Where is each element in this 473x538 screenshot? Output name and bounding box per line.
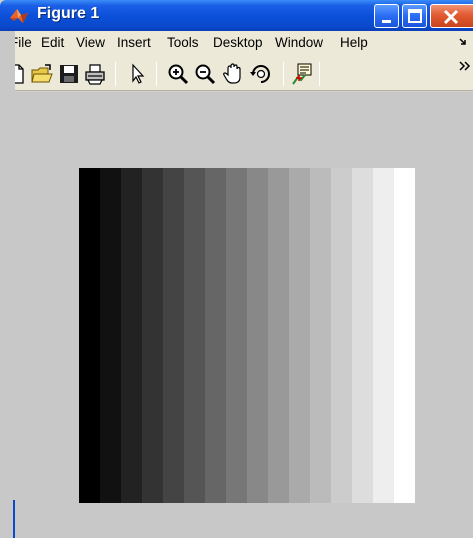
toolbar-overflow-icon[interactable] [459, 60, 471, 74]
window-title: Figure 1 [37, 5, 100, 22]
toolbar-separator [115, 62, 116, 86]
toolbar-separator [319, 62, 320, 86]
print-figure-button[interactable] [83, 62, 107, 86]
arrow-pointer-icon [132, 63, 145, 84]
zoom-in-icon [168, 64, 189, 85]
open-file-button[interactable] [30, 62, 54, 86]
gray-band [163, 168, 184, 503]
gray-band [352, 168, 373, 503]
close-button[interactable] [430, 4, 473, 28]
rotate-3d-button[interactable] [249, 62, 273, 86]
menu-window[interactable]: Window [275, 35, 323, 50]
menu-desktop[interactable]: Desktop [213, 35, 263, 50]
toolbar-separator [156, 62, 157, 86]
gray-band [289, 168, 310, 503]
data-cursor-icon [292, 63, 312, 85]
toolbar-separator [283, 62, 284, 86]
figure-canvas[interactable] [0, 92, 473, 538]
gray-band [184, 168, 205, 503]
gray-band [205, 168, 226, 503]
pan-button[interactable] [221, 62, 245, 86]
printer-icon [85, 64, 105, 85]
gray-band [247, 168, 268, 503]
gray-band [121, 168, 142, 503]
menu-tools[interactable]: Tools [167, 35, 199, 50]
matlab-logo-icon [10, 9, 28, 23]
open-folder-icon [31, 64, 53, 83]
menu-bar: File Edit View Insert Tools Desktop Wind… [0, 31, 473, 56]
gray-band [268, 168, 289, 503]
edit-plot-button[interactable] [125, 62, 149, 86]
title-bar[interactable]: Figure 1 [0, 0, 473, 31]
save-disk-icon [60, 65, 78, 83]
maximize-button[interactable] [402, 4, 427, 28]
gray-band [226, 168, 247, 503]
figure-toolbar [0, 56, 473, 91]
menu-overflow-icon[interactable] [458, 37, 470, 49]
window-frame-edge [13, 500, 15, 538]
close-icon [443, 9, 459, 25]
gray-band [394, 168, 415, 503]
hand-icon [223, 63, 241, 84]
rotate-icon [250, 65, 270, 83]
save-figure-button[interactable] [57, 62, 81, 86]
zoom-out-button[interactable] [193, 62, 217, 86]
gray-band [310, 168, 331, 503]
menu-insert[interactable]: Insert [117, 35, 151, 50]
minimize-button[interactable] [374, 4, 399, 28]
maximize-icon [408, 9, 422, 23]
grayscale-image-axes[interactable] [79, 168, 415, 503]
gray-band [142, 168, 163, 503]
gray-band [79, 168, 100, 503]
zoom-out-icon [195, 64, 216, 85]
data-cursor-button[interactable] [290, 62, 314, 86]
menu-edit[interactable]: Edit [41, 35, 64, 50]
menu-help[interactable]: Help [340, 35, 368, 50]
menu-view[interactable]: View [76, 35, 105, 50]
gray-band [100, 168, 121, 503]
minimize-icon [382, 20, 391, 23]
figure-window: Figure 1 File Edit View Insert Tools Des… [0, 0, 473, 538]
zoom-in-button[interactable] [166, 62, 190, 86]
gray-band [373, 168, 394, 503]
gray-band [331, 168, 352, 503]
